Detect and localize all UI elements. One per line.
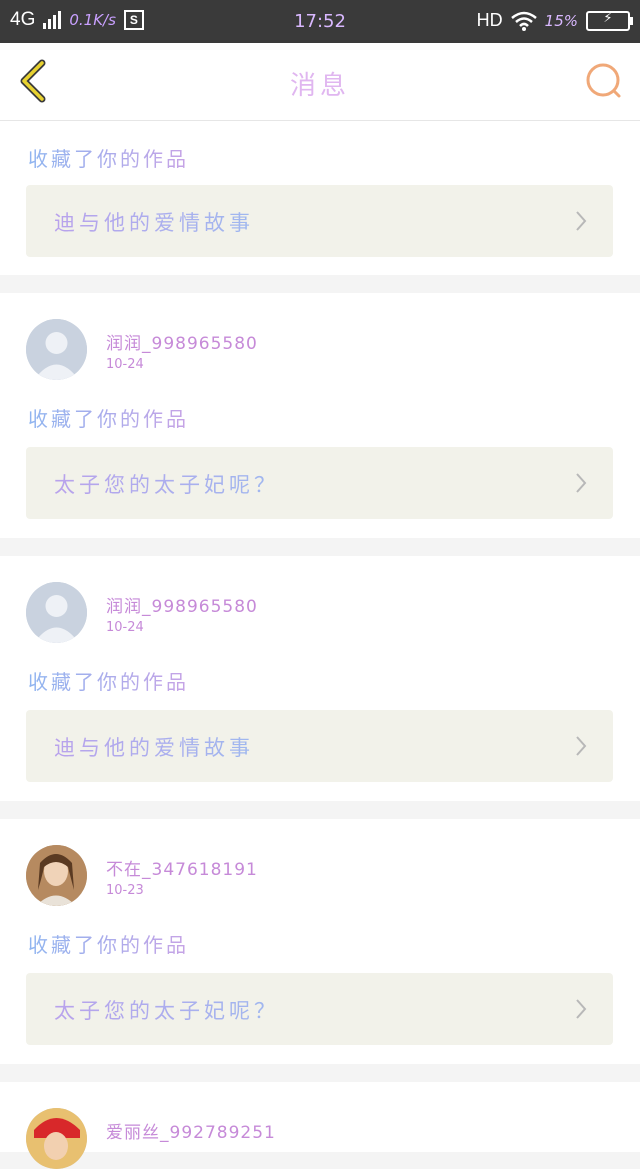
username[interactable]: 润润_998965580 [106,329,258,354]
page-title: 消息 [289,71,350,101]
work-link[interactable]: 太子您的太子妃呢？ [26,973,613,1045]
nav-bar: 消息 [0,43,640,121]
avatar[interactable] [26,845,87,906]
avatar[interactable] [26,319,87,380]
work-title: 迪与他的爱情故事 [54,732,254,762]
work-link[interactable]: 迪与他的爱情故事 [26,185,613,257]
search-icon[interactable] [584,61,624,101]
message-card: 不在_347618191 10-23 收藏了你的作品 太子您的太子妃呢？ [0,819,640,1064]
avatar[interactable] [26,582,87,643]
action-text: 收藏了你的作品 [28,143,189,172]
message-list: 收藏了你的作品 迪与他的爱情故事 润润_998965580 10-24 收藏了你… [0,121,640,1169]
work-link[interactable]: 迪与他的爱情故事 [26,710,613,782]
wifi-icon [510,11,537,31]
chevron-right-icon [576,211,587,231]
default-avatar-icon [26,582,87,643]
message-card: 爱丽丝_992789251 [0,1082,640,1169]
work-title: 太子您的太子妃呢？ [54,469,279,499]
action-text: 收藏了你的作品 [28,666,189,695]
chevron-right-icon [576,999,587,1019]
avatar[interactable] [26,1108,87,1169]
default-avatar-icon [26,319,87,380]
date: 10-24 [106,357,144,372]
date: 10-24 [106,620,144,635]
action-text: 收藏了你的作品 [28,403,189,432]
message-card: 润润_998965580 10-24 收藏了你的作品 太子您的太子妃呢？ [0,293,640,538]
username[interactable]: 润润_998965580 [106,592,258,617]
photo-avatar-icon [26,845,87,906]
hd-indicator: HD [476,10,503,30]
status-bar: 4G 0.1K/s S 17:52 HD 15% ⚡ [0,0,640,43]
work-link[interactable]: 太子您的太子妃呢？ [26,447,613,519]
work-title: 迪与他的爱情故事 [54,207,254,237]
work-title: 太子您的太子妃呢？ [54,995,279,1025]
date: 10-23 [106,883,144,898]
action-text: 收藏了你的作品 [28,929,189,958]
username[interactable]: 不在_347618191 [106,855,258,880]
message-card: 润润_998965580 10-24 收藏了你的作品 迪与他的爱情故事 [0,556,640,801]
battery-percent: 15% [544,11,578,30]
battery-icon: ⚡ [586,10,633,31]
username[interactable]: 爱丽丝_992789251 [106,1118,276,1143]
message-card: 收藏了你的作品 迪与他的爱情故事 [0,121,640,275]
chevron-right-icon [576,736,587,756]
chevron-right-icon [576,473,587,493]
photo-avatar-icon [26,1108,87,1169]
